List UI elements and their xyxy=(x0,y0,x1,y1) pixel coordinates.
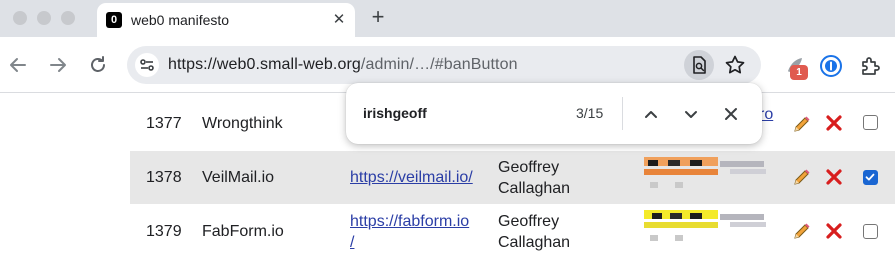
edit-pencil-icon[interactable] xyxy=(792,167,812,187)
reload-icon[interactable] xyxy=(86,53,110,77)
row-url-link-cont[interactable]: / xyxy=(350,232,354,254)
find-next-chevron-down-icon[interactable] xyxy=(678,101,704,127)
edit-pencil-icon[interactable] xyxy=(792,221,812,241)
table-row: 1378 VeilMail.io https://veilmail.io/ Ge… xyxy=(130,151,895,204)
site-info-button[interactable] xyxy=(135,53,159,77)
row-checkbox[interactable] xyxy=(863,224,878,239)
url-path: /admin/…/#banButton xyxy=(360,56,518,73)
page-search-icon xyxy=(693,56,706,74)
tab-strip: 0 web0 manifesto ✕ + xyxy=(0,0,895,37)
row-name: FabForm.io xyxy=(202,223,284,240)
window-close-dot[interactable] xyxy=(13,11,27,25)
browser-tab[interactable]: 0 web0 manifesto ✕ xyxy=(97,3,355,37)
find-bar: 3/15 xyxy=(346,83,762,144)
url-host: https://web0.small-web.org xyxy=(168,56,361,73)
row-id: 1379 xyxy=(146,223,182,240)
delete-x-icon[interactable] xyxy=(825,168,843,186)
find-divider xyxy=(622,97,623,130)
tab-title: web0 manifesto xyxy=(131,12,230,28)
row-owner-first: Geoffrey xyxy=(498,213,560,230)
url-link-continuation[interactable]: / xyxy=(350,234,354,251)
find-match-count: 3/15 xyxy=(576,105,604,121)
new-tab-button[interactable]: + xyxy=(366,6,390,30)
tune-icon xyxy=(140,59,154,71)
window-zoom-dot[interactable] xyxy=(61,11,75,25)
row-url-link[interactable]: https://fabform.io xyxy=(350,211,469,233)
extension-badge: 1 xyxy=(790,65,808,80)
window-minimize-dot[interactable] xyxy=(37,11,51,25)
row-url-link[interactable]: https://veilmail.io/ xyxy=(350,167,473,189)
checkmark-icon xyxy=(865,173,875,181)
forward-arrow-icon[interactable] xyxy=(46,53,70,77)
row-checkbox[interactable] xyxy=(863,115,878,130)
row-name: Wrongthink xyxy=(202,115,283,132)
row-id: 1377 xyxy=(146,115,182,132)
delete-x-icon[interactable] xyxy=(825,114,843,132)
table-row: 1379 FabForm.io https://fabform.io / Geo… xyxy=(130,204,895,258)
row-id: 1378 xyxy=(146,169,182,186)
delete-x-icon[interactable] xyxy=(825,222,843,240)
find-previous-chevron-up-icon[interactable] xyxy=(638,101,664,127)
address-bar[interactable]: https://web0.small-web.org/admin/…/#banB… xyxy=(127,46,761,84)
find-close-icon[interactable] xyxy=(718,101,744,127)
row-owner-last: Callaghan xyxy=(498,234,571,251)
close-tab-icon[interactable]: ✕ xyxy=(329,10,349,30)
row-owner-last: Callaghan xyxy=(498,180,571,197)
find-in-page-button[interactable] xyxy=(684,50,714,80)
url-link[interactable]: https://veilmail.io/ xyxy=(350,169,473,186)
bookmark-star-icon[interactable] xyxy=(723,53,747,77)
back-arrow-icon[interactable] xyxy=(6,53,30,77)
row-checkbox-checked[interactable] xyxy=(863,170,878,185)
row-name: VeilMail.io xyxy=(202,169,275,186)
find-input[interactable] xyxy=(363,105,563,121)
edit-pencil-icon[interactable] xyxy=(792,114,812,134)
url-link[interactable]: https://fabform.io xyxy=(350,213,469,230)
extensions-puzzle-icon[interactable] xyxy=(858,53,884,79)
favicon-icon: 0 xyxy=(106,12,122,28)
url-text: https://web0.small-web.org/admin/…/#banB… xyxy=(168,56,518,74)
password-manager-icon[interactable] xyxy=(818,53,844,79)
row-owner-first: Geoffrey xyxy=(498,159,560,176)
